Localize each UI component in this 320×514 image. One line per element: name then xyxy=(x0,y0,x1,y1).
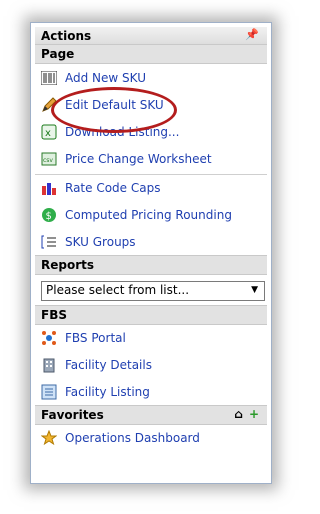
actions-titlebar: Actions 📌 xyxy=(35,27,267,45)
add-new-sku-label: Add New SKU xyxy=(65,71,146,85)
section-page: Page xyxy=(35,44,267,64)
section-reports-label: Reports xyxy=(41,258,95,272)
fbs-portal-label: FBS Portal xyxy=(65,331,126,345)
facility-details-label: Facility Details xyxy=(65,358,152,372)
star-icon xyxy=(41,430,57,446)
section-favorites: Favorites ⌂ + xyxy=(35,405,267,425)
facility-listing-label: Facility Listing xyxy=(65,385,150,399)
add-new-sku-link[interactable]: Add New SKU xyxy=(35,64,267,92)
home-icon[interactable]: ⌂ xyxy=(234,407,243,421)
section-reports: Reports xyxy=(35,255,267,275)
facility-details-link[interactable]: Facility Details xyxy=(35,351,267,379)
reports-select[interactable]: Please select from list... ▼ xyxy=(41,281,265,301)
reports-select-value: Please select from list... xyxy=(46,283,190,297)
csv-icon: csv xyxy=(41,151,57,167)
svg-text:$: $ xyxy=(46,211,52,222)
facility-listing-link[interactable]: Facility Listing xyxy=(35,378,267,406)
section-page-label: Page xyxy=(41,47,75,61)
highlight-oval xyxy=(51,87,177,133)
list-bracket-icon xyxy=(41,234,57,250)
actions-panel: Actions 📌 Page Add New SKU Edit Default … xyxy=(30,22,272,484)
listing-icon xyxy=(41,384,57,400)
panel-title: Actions xyxy=(41,29,92,43)
dollar-icon: $ xyxy=(41,207,57,223)
price-change-worksheet-link[interactable]: csv Price Change Worksheet xyxy=(35,145,267,173)
rate-code-caps-label: Rate Code Caps xyxy=(65,181,161,195)
excel-icon: x xyxy=(41,124,57,140)
chevron-down-icon: ▼ xyxy=(251,285,258,295)
sku-groups-label: SKU Groups xyxy=(65,235,136,249)
section-fbs: FBS xyxy=(35,305,267,325)
operations-dashboard-label: Operations Dashboard xyxy=(65,431,200,445)
rate-code-caps-link[interactable]: Rate Code Caps xyxy=(35,174,267,202)
price-change-worksheet-label: Price Change Worksheet xyxy=(65,152,212,166)
section-fbs-label: FBS xyxy=(41,308,67,322)
fbs-portal-link[interactable]: FBS Portal xyxy=(35,324,267,352)
operations-dashboard-link[interactable]: Operations Dashboard xyxy=(35,424,267,452)
bar-chart-icon xyxy=(41,180,57,196)
pin-icon[interactable]: 📌 xyxy=(245,28,259,41)
computed-pricing-rounding-label: Computed Pricing Rounding xyxy=(65,208,232,222)
add-favorite-icon[interactable]: + xyxy=(249,407,259,421)
barcode-icon xyxy=(41,70,57,86)
svg-text:x: x xyxy=(45,128,51,139)
computed-pricing-rounding-link[interactable]: $ Computed Pricing Rounding xyxy=(35,201,267,229)
section-favorites-label: Favorites xyxy=(41,408,104,422)
svg-text:csv: csv xyxy=(43,157,53,164)
sku-groups-link[interactable]: SKU Groups xyxy=(35,228,267,256)
network-icon xyxy=(41,330,57,346)
building-icon xyxy=(41,357,57,373)
